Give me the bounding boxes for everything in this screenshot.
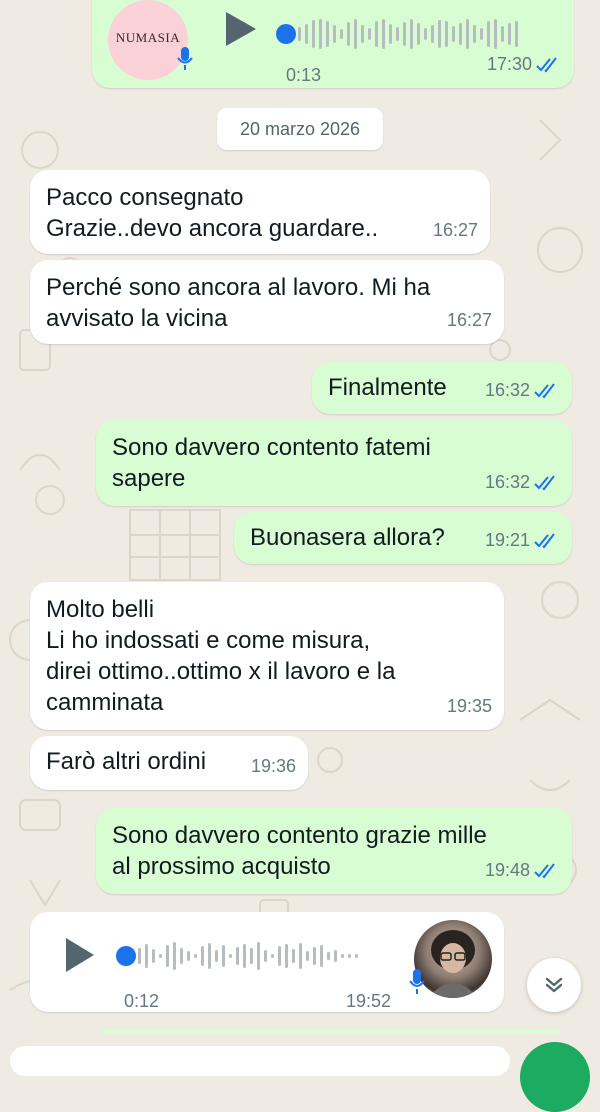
message-time: 16:27 [446, 310, 492, 330]
send-button[interactable] [520, 1042, 590, 1112]
read-ticks-icon [534, 862, 555, 879]
date-separator: 20 marzo 2026 [217, 108, 383, 150]
message-time: 16:32 [484, 472, 530, 492]
message-text: Buonasera allora? [250, 524, 445, 551]
message-incoming[interactable]: Molto belli Li ho indossati e come misur… [30, 582, 504, 730]
message-text: Molto belli Li ho indossati e come misur… [46, 596, 396, 716]
message-outgoing[interactable]: Finalmente 16:32 [312, 362, 572, 414]
message-time: 17:30 [486, 54, 532, 74]
message-text: Sono davvero contento fatemi sapere [112, 434, 431, 492]
message-text: Pacco consegnato Grazie..devo ancora gua… [46, 184, 379, 242]
message-input-bar[interactable] [10, 1046, 510, 1076]
voice-message-outgoing[interactable]: NUMASIA 0:13 17:30 [92, 0, 574, 88]
read-ticks-icon [534, 382, 555, 399]
scroll-to-bottom-button[interactable] [527, 958, 581, 1012]
message-time: 19:48 [484, 860, 530, 880]
message-incoming[interactable]: Farò altri ordini 19:36 [30, 736, 308, 790]
message-text: Sono davvero contento grazie mille al pr… [112, 822, 487, 880]
message-text: Perché sono ancora al lavoro. Mi ha avvi… [46, 274, 431, 332]
message-incoming[interactable]: Pacco consegnato Grazie..devo ancora gua… [30, 170, 490, 254]
voice-duration: 0:13 [286, 65, 322, 85]
message-incoming[interactable]: Perché sono ancora al lavoro. Mi ha avvi… [30, 260, 504, 344]
read-ticks-icon [534, 474, 555, 491]
voice-message-incoming[interactable]: 0:12 19:52 [30, 912, 504, 1012]
message-outgoing[interactable]: Buonasera allora? 19:21 [234, 512, 572, 564]
double-chevron-down-icon [545, 977, 563, 993]
message-time: 19:21 [484, 530, 530, 550]
voice-duration: 0:12 [124, 991, 160, 1011]
message-time: 19:52 [346, 991, 392, 1011]
mic-icon [177, 47, 193, 70]
voice-waveform[interactable] [298, 14, 518, 54]
read-ticks-icon [536, 56, 557, 73]
message-outgoing[interactable]: Sono davvero contento grazie mille al pr… [96, 808, 572, 894]
voice-waveform[interactable] [138, 936, 358, 976]
message-text: Finalmente [328, 374, 447, 401]
playback-position-dot[interactable] [276, 24, 296, 44]
message-time: 16:27 [432, 220, 478, 240]
next-message-edge [100, 1030, 560, 1034]
play-icon[interactable] [224, 10, 258, 48]
message-time: 16:32 [484, 380, 530, 400]
mic-icon [409, 969, 425, 994]
play-icon[interactable] [64, 936, 96, 974]
message-time: 19:35 [446, 696, 492, 716]
message-time: 19:36 [250, 756, 296, 776]
message-text: Farò altri ordini [46, 748, 207, 775]
message-outgoing[interactable]: Sono davvero contento fatemi sapere 16:3… [96, 420, 572, 506]
playback-position-dot[interactable] [116, 946, 136, 966]
read-ticks-icon [534, 532, 555, 549]
